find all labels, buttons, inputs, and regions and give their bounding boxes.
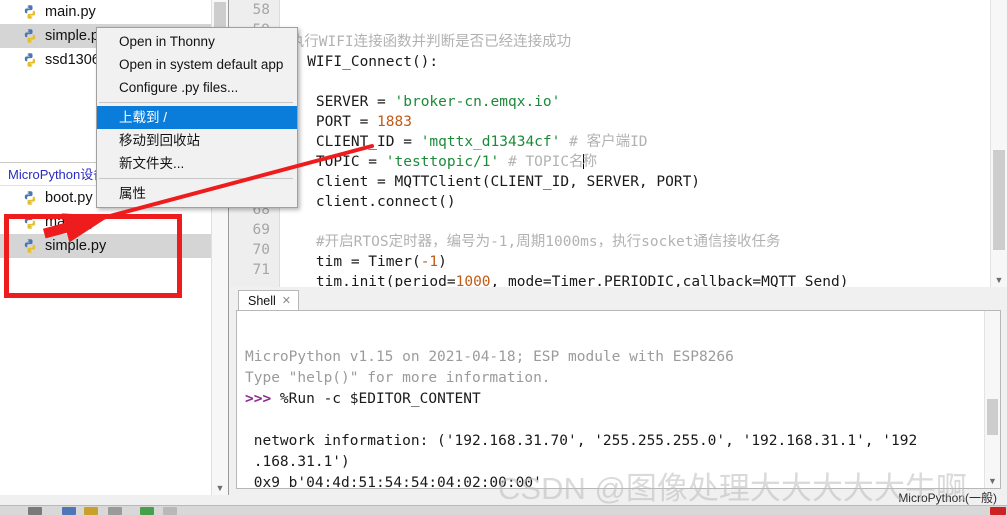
shell-token: 0x9 b'04:4d:51:54:54:04:02:00:00' [245,475,542,489]
python-file-icon [22,52,38,68]
context-menu-item[interactable]: Open in system default app [97,53,297,76]
code-token: 1883 [377,114,412,130]
shell-token: MicroPython v1.15 on 2021-04-18; ESP mod… [245,349,734,365]
thonny-window: main.py simple.py ssd1306.py MicroPython设备… [0,0,1007,515]
code-token: client.connect() [281,194,456,210]
code-token: 1000 [455,274,491,287]
scrollbar-thumb[interactable] [987,399,998,435]
file-context-menu[interactable]: Open in Thonny Open in system default app… [96,27,298,208]
code-token: WIFI_Connect(): [298,54,439,70]
shell-tabbar: Shell ✕ [230,288,1007,310]
code-token: ) [438,254,447,270]
menu-separator [99,102,293,103]
code-line: client = MQTTClient(CLIENT_ID, SERVER, P… [281,172,977,192]
tab-shell-label: Shell [248,293,276,308]
code-token: 称 [582,154,598,170]
taskbar-icon-6[interactable] [163,507,177,515]
device-files-scrollbar[interactable]: ▼ [211,164,228,495]
menu-separator [99,178,293,179]
code-line: #开启RTOS定时器，编号为-1,周期1000ms，执行socket通信接收任务 [281,232,977,252]
status-backend-label: MicroPython(一般) [898,491,997,505]
shell-token: Type "help()" for more information. [245,370,551,386]
shell-text: MicroPython v1.15 on 2021-04-18; ESP mod… [245,315,980,489]
os-taskbar[interactable] [0,505,1007,515]
editor-scrollbar[interactable]: ▼ [990,0,1007,287]
scroll-down-icon[interactable]: ▼ [991,272,1007,287]
code-token: tim = Timer( [281,254,421,270]
code-token: #执行WIFI连接函数并判断是否已经连接成功 [281,34,572,50]
shell-token: %Run -c $EDITOR_CONTENT [271,391,481,407]
code-line: SERVER = 'broker-cn.emqx.io' [281,92,977,112]
shell-token: network information: ('192.168.31.70', '… [245,433,918,449]
context-menu-item[interactable]: Configure .py files... [97,76,297,99]
code-token: # TOPIC名 [499,154,584,170]
code-token: CLIENT_ID = [281,134,421,150]
code-token: #开启RTOS定时器，编号为-1,周期1000ms，执行socket通信接收任务 [281,234,781,250]
code-token: # 客户端ID [560,134,648,150]
annotation-rectangle [4,214,182,298]
shell-scrollbar[interactable]: ▼ [984,311,1000,488]
code-token: , mode=Timer.PERIODIC,callback=MQTT_Send… [490,274,849,287]
code-token: tim.init(period= [281,274,456,287]
context-menu-item[interactable]: 移动到回收站 [97,129,297,152]
python-file-icon [22,28,38,44]
taskbar-icon-4[interactable] [108,507,122,515]
file-name-label: main.py [45,4,96,20]
scroll-down-icon[interactable]: ▼ [985,474,1000,488]
shell-line: network information: ('192.168.31.70', '… [245,431,980,452]
line-number: 71 [252,262,270,278]
shell-panel: Shell ✕ MicroPython v1.15 on 2021-04-18;… [230,288,1007,495]
taskbar-icon-5[interactable] [140,507,154,515]
taskbar-icon-7[interactable] [990,507,1006,515]
code-line: PORT = 1883 [281,112,977,132]
taskbar-icon-2[interactable] [62,507,76,515]
shell-output-area[interactable]: MicroPython v1.15 on 2021-04-18; ESP mod… [236,310,1001,489]
line-number: 69 [252,222,270,238]
code-token: client = MQTTClient(CLIENT_ID, SERVER, P… [281,174,701,190]
tab-shell[interactable]: Shell ✕ [238,290,300,310]
code-token: 'mqttx_d13434cf' [420,134,561,150]
code-token: 'broker-cn.emqx.io' [394,94,561,110]
python-file-icon [22,4,38,20]
shell-line: 0x9 b'04:4d:51:54:54:04:02:00:00' [245,473,980,489]
scrollbar-thumb[interactable] [993,150,1005,250]
code-text[interactable]: #执行WIFI连接函数并判断是否已经连接成功 if WIFI_Connect():… [281,0,977,287]
file-list-item[interactable]: main.py [0,0,228,24]
taskbar-icon-3[interactable] [84,507,98,515]
code-line: if WIFI_Connect(): [281,52,977,72]
python-file-icon [22,190,38,206]
scroll-down-icon[interactable]: ▼ [212,480,228,495]
code-line: #执行WIFI连接函数并判断是否已经连接成功 [281,32,977,52]
shell-line: MicroPython v1.15 on 2021-04-18; ESP mod… [245,347,980,368]
code-line: CLIENT_ID = 'mqttx_d13434cf' # 客户端ID [281,132,977,152]
context-menu-item[interactable]: 上载到 / [97,106,297,129]
shell-token: .168.31.1') [245,454,350,470]
code-token: -1 [420,254,439,270]
shell-token: >>> [245,391,272,407]
file-name-label: boot.py [45,190,93,206]
code-editor[interactable]: 5859 68697071 #执行WIFI连接函数并判断是否已经连接成功if W… [230,0,1007,287]
code-line: client.connect() [281,192,977,212]
shell-line: >>> %Run -c $EDITOR_CONTENT [245,389,980,410]
code-line: TOPIC = 'testtopic/1' # TOPIC名称 [281,152,977,172]
line-number: 58 [252,2,270,18]
code-line: tim = Timer(-1) [281,252,977,272]
context-menu-item[interactable]: Open in Thonny [97,30,297,53]
shell-line: Type "help()" for more information. [245,368,980,389]
line-number: 70 [252,242,270,258]
code-token: 'testtopic/1' [385,154,500,170]
code-token: SERVER = [281,94,395,110]
taskbar-icon-1[interactable] [28,507,42,515]
shell-line: .168.31.1') [245,452,980,473]
close-icon[interactable]: ✕ [282,294,291,307]
code-line: tim.init(period=1000, mode=Timer.PERIODI… [281,272,977,287]
context-menu-item[interactable]: 新文件夹... [97,152,297,175]
context-menu-item[interactable]: 属性 [97,182,297,205]
